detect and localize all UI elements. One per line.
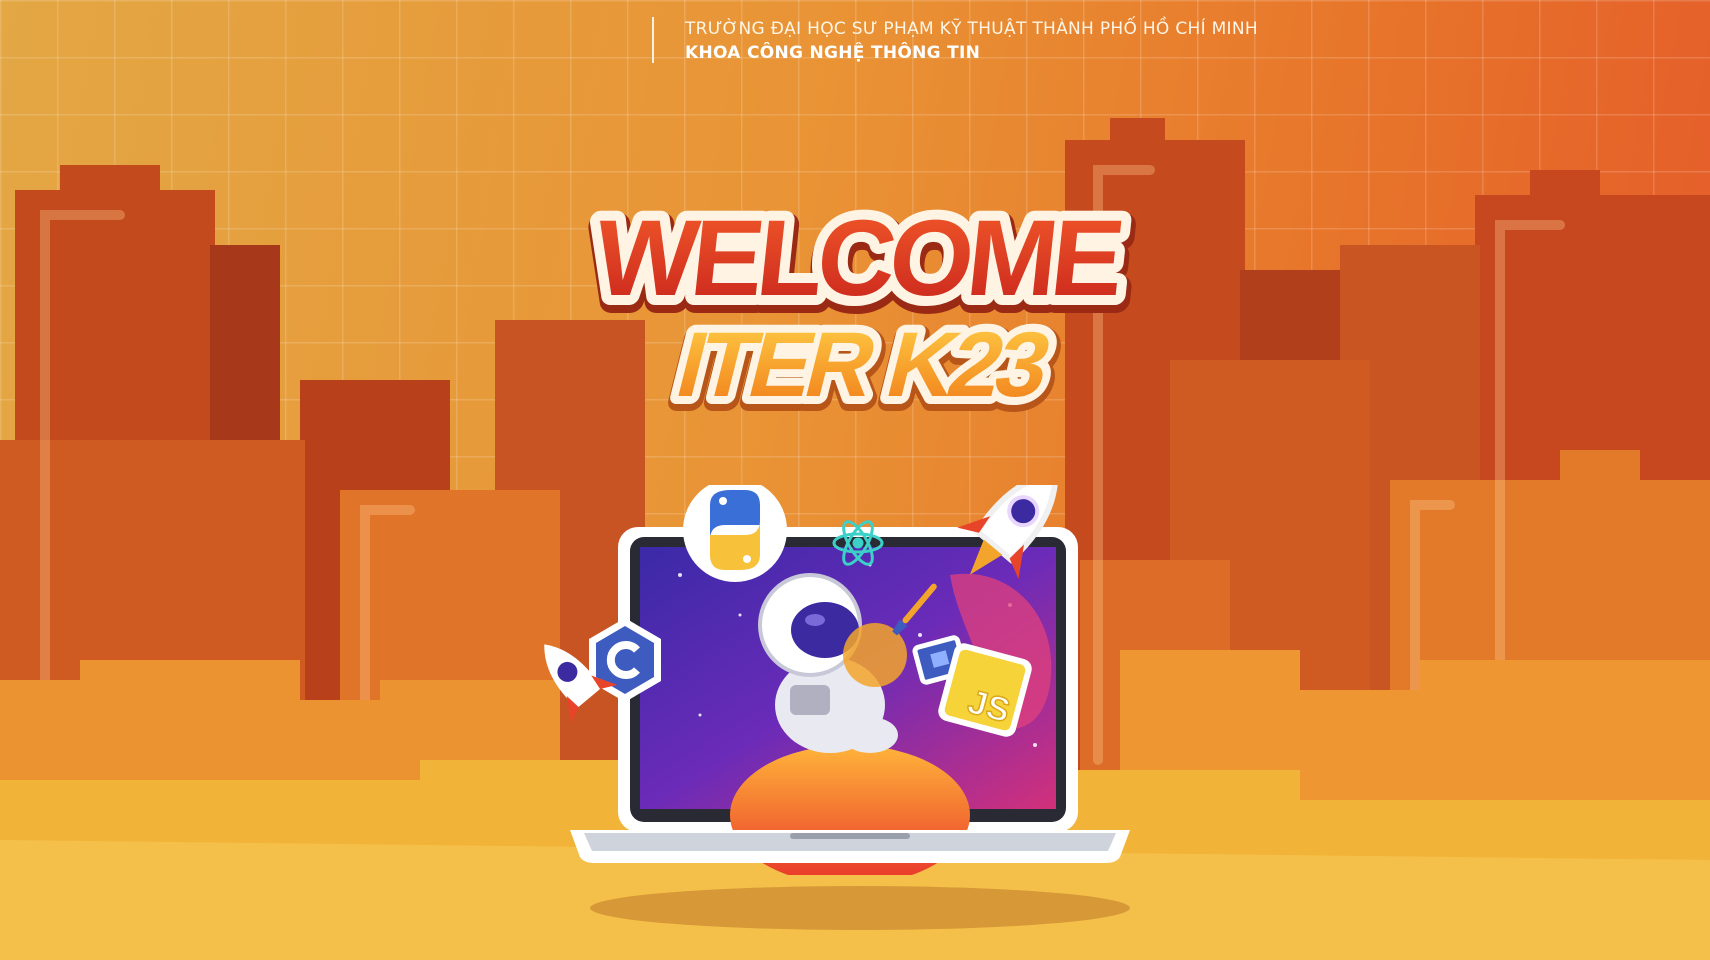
cohort-text: ITER K23: [667, 312, 1059, 415]
welcome-banner: TRƯỜNG ĐẠI HỌC SƯ PHẠM KỸ THUẬT THÀNH PH…: [0, 0, 1710, 960]
university-header: TRƯỜNG ĐẠI HỌC SƯ PHẠM KỸ THUẬT THÀNH PH…: [652, 17, 1258, 63]
title-lettering: WELCOME WELCOME WELCOME ITER K23 ITER K2…: [578, 200, 1140, 431]
laptop-shadow: [590, 886, 1130, 930]
laptop-notch: [790, 833, 910, 839]
faculty-name: KHOA CÔNG NGHỆ THÔNG TIN: [685, 43, 981, 63]
welcome-text: WELCOME: [590, 200, 1126, 318]
university-name: TRƯỜNG ĐẠI HỌC SƯ PHẠM KỸ THUẬT THÀNH PH…: [685, 19, 1258, 39]
laptop-illustration: JS: [544, 485, 1130, 875]
